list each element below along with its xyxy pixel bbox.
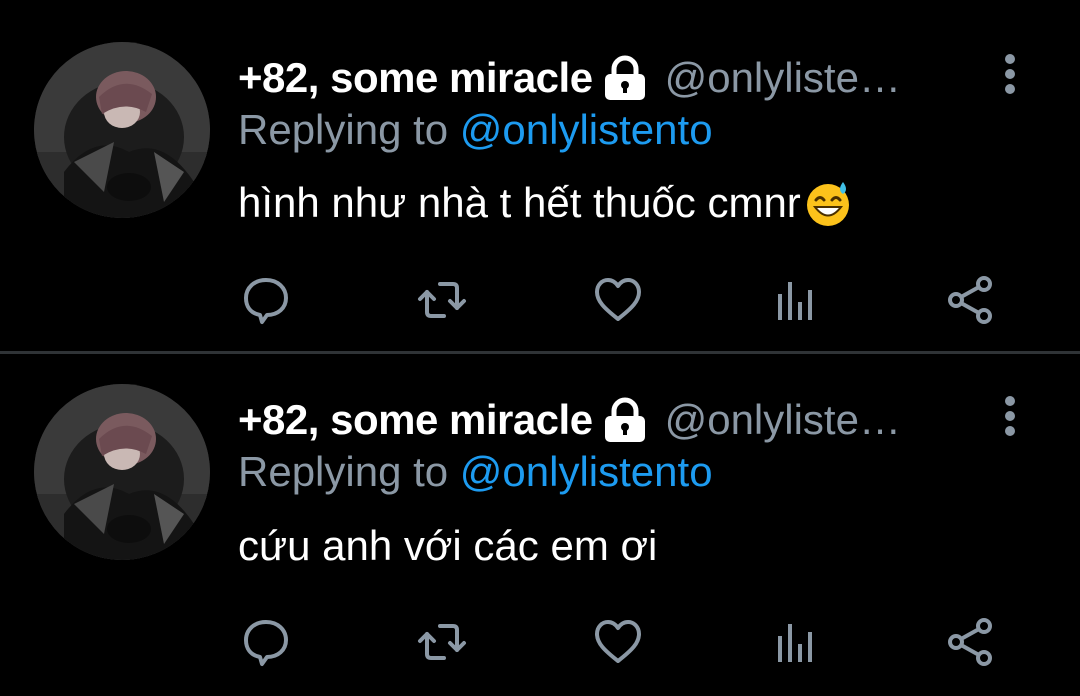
reply-icon[interactable]	[236, 270, 296, 330]
lock-icon	[601, 396, 649, 444]
avatar[interactable]	[34, 42, 210, 218]
replying-prefix: Replying to	[238, 448, 449, 495]
tweet-header: +82, some miracle @onlyliste…	[238, 392, 901, 448]
lock-icon	[601, 54, 649, 102]
replying-prefix: Replying to	[238, 106, 449, 153]
replying-to: Replying to @onlylistento	[238, 448, 713, 496]
retweet-icon[interactable]	[412, 270, 472, 330]
tweet-actions	[0, 612, 1080, 672]
tweet-text-content: hình như nhà t hết thuốc cmnr	[238, 179, 801, 226]
replying-to: Replying to @onlylistento	[238, 106, 713, 154]
avatar[interactable]	[34, 384, 210, 560]
more-vertical-icon[interactable]	[998, 394, 1022, 438]
tweet[interactable]: +82, some miracle @onlyliste… Replying t…	[0, 356, 1080, 696]
share-icon[interactable]	[940, 270, 1000, 330]
tweet-header: +82, some miracle @onlyliste…	[238, 50, 901, 106]
grinning-face-with-sweat-emoji	[803, 178, 853, 228]
share-icon[interactable]	[940, 612, 1000, 672]
tweet-text: cứu anh với các em ơi	[238, 522, 657, 570]
display-name[interactable]: +82, some miracle	[238, 396, 593, 444]
avatar-image	[34, 42, 210, 218]
tweet[interactable]: +82, some miracle @onlyliste… Replying t…	[0, 0, 1080, 340]
reply-mention-link[interactable]: @onlylistento	[460, 448, 713, 495]
tweet-text: hình như nhà t hết thuốc cmnr	[238, 178, 853, 228]
heart-icon[interactable]	[588, 270, 648, 330]
user-handle[interactable]: @onlyliste…	[665, 396, 901, 444]
heart-icon[interactable]	[588, 612, 648, 672]
display-name[interactable]: +82, some miracle	[238, 54, 593, 102]
tweet-divider	[0, 351, 1080, 354]
analytics-icon[interactable]	[765, 612, 825, 672]
tweet-text-content: cứu anh với các em ơi	[238, 522, 658, 569]
analytics-icon[interactable]	[765, 270, 825, 330]
reply-icon[interactable]	[236, 612, 296, 672]
avatar-image	[34, 384, 210, 560]
user-handle[interactable]: @onlyliste…	[665, 54, 901, 102]
reply-mention-link[interactable]: @onlylistento	[460, 106, 713, 153]
retweet-icon[interactable]	[412, 612, 472, 672]
more-vertical-icon[interactable]	[998, 52, 1022, 96]
tweet-actions	[0, 270, 1080, 330]
